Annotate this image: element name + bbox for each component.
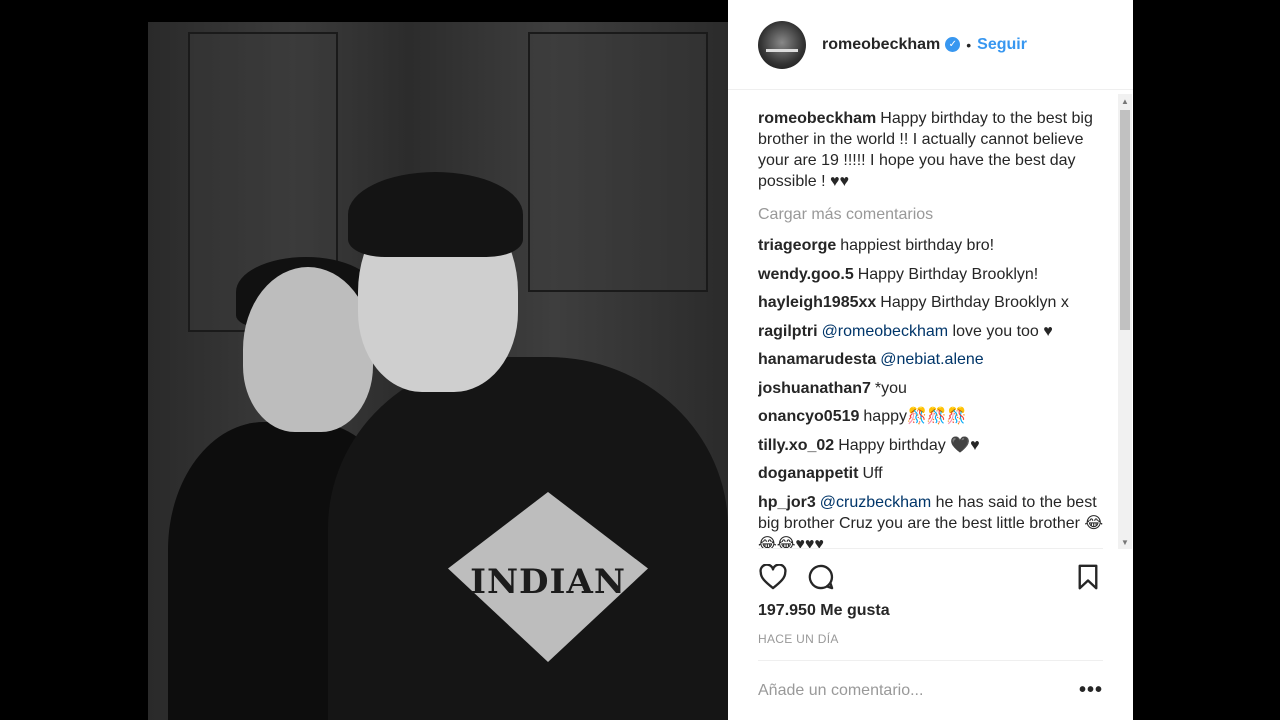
comment-username[interactable]: doganappetit: [758, 465, 858, 482]
comment-item: hayleigh1985xx Happy Birthday Brooklyn x: [758, 292, 1113, 313]
load-more-comments-button[interactable]: Cargar más comentarios: [758, 204, 1113, 225]
more-options-icon[interactable]: •••: [1079, 679, 1103, 702]
comment-item: wendy.goo.5 Happy Birthday Brooklyn!: [758, 264, 1113, 285]
comment-icon[interactable]: [806, 562, 836, 592]
comment-item: tilly.xo_02 Happy birthday 🖤♥: [758, 435, 1113, 456]
comment-text: love you too ♥: [952, 322, 1053, 340]
comment-item: onancyo0519 happy🎊🎊🎊: [758, 406, 1113, 427]
heart-icon[interactable]: [758, 562, 788, 592]
comment-username[interactable]: wendy.goo.5: [758, 266, 854, 283]
comment-text: happiest birthday bro!: [840, 237, 995, 254]
post-photo[interactable]: INDIAN: [148, 22, 728, 720]
comment-item: hp_jor3 @cruzbeckham he has said to the b…: [758, 492, 1113, 549]
comment-username[interactable]: tilly.xo_02: [758, 437, 834, 454]
bookmark-icon[interactable]: [1073, 562, 1103, 592]
comments-scrollbar[interactable]: ▲ ▼: [1118, 94, 1132, 549]
comment-mention[interactable]: @romeobeckham: [822, 323, 949, 340]
separator-dot: •: [966, 36, 972, 53]
comment-username[interactable]: joshuanathan7: [758, 380, 871, 397]
post-timestamp: HACE UN DÍA: [758, 632, 839, 646]
add-comment-input[interactable]: [758, 681, 1079, 700]
scroll-up-arrow-icon[interactable]: ▲: [1118, 94, 1132, 108]
comments-list[interactable]: romeobeckham Happy birthday to the best b…: [758, 108, 1113, 548]
comment-text: Happy Birthday Brooklyn!: [857, 265, 1039, 283]
avatar[interactable]: [758, 20, 806, 69]
scroll-down-arrow-icon[interactable]: ▼: [1118, 535, 1132, 549]
comment-item: triageorge happiest birthday bro!: [758, 235, 1113, 256]
comment-text: Happy Birthday Brooklyn x: [880, 294, 1069, 311]
comment-username[interactable]: onancyo0519: [758, 408, 859, 425]
photo-wood-panel: [528, 32, 708, 292]
comment-username[interactable]: hayleigh1985xx: [758, 294, 876, 311]
comment-text: *you: [874, 379, 907, 397]
scrollbar-thumb[interactable]: [1120, 110, 1130, 330]
comment-username[interactable]: hp_jor3: [758, 494, 816, 511]
caption-username[interactable]: romeobeckham: [758, 110, 876, 127]
comment-item: ragilptri @romeobeckham love you too ♥: [758, 321, 1113, 342]
comment-text: Uff: [862, 465, 883, 482]
post-header: romeobeckham ✓ • Seguir: [728, 0, 1133, 90]
caption: romeobeckham Happy birthday to the best b…: [758, 108, 1113, 192]
photo-man-hair: [348, 172, 523, 257]
photo-boy-face: [243, 267, 373, 432]
comment-username[interactable]: ragilptri: [758, 323, 818, 340]
comment-item: hanamarudesta @nebiat.alene: [758, 349, 1113, 370]
post-sidebar: romeobeckham ✓ • Seguir romeobeckham Happ…: [728, 0, 1133, 720]
post-username[interactable]: romeobeckham: [822, 36, 940, 54]
comment-mention[interactable]: @cruzbeckham: [820, 494, 931, 511]
post-actions: [758, 548, 1103, 604]
photo-shirt-text: INDIAN: [470, 562, 626, 602]
comment-text: happy🎊🎊🎊: [863, 408, 967, 425]
comment-username[interactable]: hanamarudesta: [758, 351, 876, 368]
comment-text: Happy birthday 🖤♥: [838, 436, 980, 454]
comment-username[interactable]: triageorge: [758, 237, 836, 254]
follow-button[interactable]: Seguir: [977, 36, 1027, 54]
comment-item: doganappetit Uff: [758, 463, 1113, 484]
comment-mention[interactable]: @nebiat.alene: [880, 351, 983, 368]
comment-item: joshuanathan7 *you: [758, 378, 1113, 399]
likes-count[interactable]: 197.950 Me gusta: [758, 602, 890, 620]
verified-badge-icon: ✓: [945, 37, 961, 52]
add-comment-bar: •••: [758, 660, 1103, 720]
